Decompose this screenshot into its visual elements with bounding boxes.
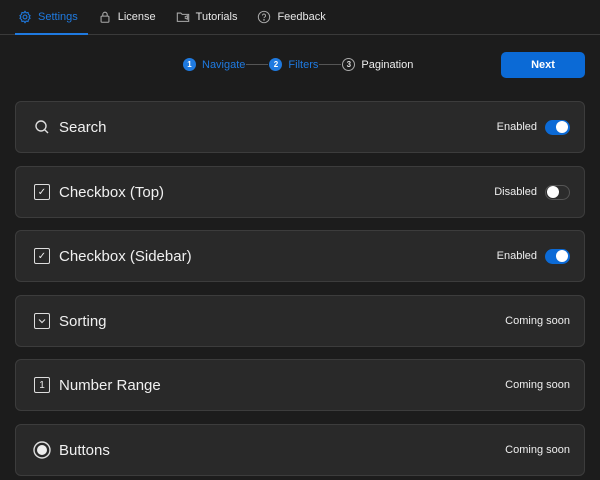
status-label: Enabled <box>496 121 537 133</box>
step-number: 1 <box>183 58 196 71</box>
gear-icon <box>19 10 31 24</box>
step-filters[interactable]: 2 Filters <box>269 58 318 71</box>
tab-bar: Settings License Tutorials Feedback <box>0 0 600 35</box>
feature-card-number-range: 1 Number Range Coming soon <box>15 359 585 411</box>
checkbox-icon: ✓ <box>33 247 51 265</box>
tab-settings[interactable]: Settings <box>15 0 88 35</box>
dropdown-icon <box>33 312 51 330</box>
checkbox-icon: ✓ <box>33 183 51 201</box>
search-icon <box>33 118 51 136</box>
card-title: Sorting <box>59 312 107 330</box>
card-title: Buttons <box>59 441 110 459</box>
feature-card-sorting: Sorting Coming soon <box>15 295 585 347</box>
checkbox-sidebar-toggle[interactable] <box>545 248 570 264</box>
tab-label: License <box>117 11 156 23</box>
number-icon: 1 <box>33 376 51 394</box>
step-label: Navigate <box>202 58 246 71</box>
tab-tutorials[interactable]: Tutorials <box>173 0 248 34</box>
step-number: 2 <box>269 58 283 71</box>
help-circle-icon <box>258 10 271 24</box>
card-title: Number Range <box>59 376 161 394</box>
feature-card-checkbox-sidebar: ✓ Checkbox (Sidebar) Enabled <box>15 230 585 282</box>
radio-button-icon <box>33 441 51 459</box>
feature-card-search: Search Enabled <box>15 101 585 153</box>
next-button[interactable]: Next <box>501 52 585 78</box>
step-pagination[interactable]: 3 Pagination <box>342 58 413 71</box>
step-navigate[interactable]: 1 Navigate <box>183 58 245 71</box>
feature-card-checkbox-top: ✓ Checkbox (Top) Disabled <box>15 166 585 218</box>
lock-icon <box>100 11 110 23</box>
tab-label: Settings <box>38 11 78 23</box>
card-title: Checkbox (Sidebar) <box>59 247 192 265</box>
tab-label: Tutorials <box>195 11 238 23</box>
step-connector <box>319 64 342 65</box>
step-label: Filters <box>288 58 319 71</box>
folder-video-icon <box>176 12 189 22</box>
status-label: Coming soon <box>505 315 570 327</box>
card-title: Checkbox (Top) <box>59 183 165 201</box>
step-label: Pagination <box>361 58 414 71</box>
status-label: Coming soon <box>505 379 570 391</box>
status-label: Coming soon <box>505 444 570 456</box>
feature-card-buttons: Buttons Coming soon <box>15 424 585 476</box>
status-label: Disabled <box>494 186 537 198</box>
checkbox-top-toggle[interactable] <box>545 184 570 200</box>
number-glyph: 1 <box>34 377 50 393</box>
search-toggle[interactable] <box>545 119 570 135</box>
step-connector <box>246 64 269 65</box>
stepper: 1 Navigate 2 Filters 3 Pagination <box>183 58 413 71</box>
tab-feedback[interactable]: Feedback <box>254 0 335 34</box>
tab-label: Feedback <box>277 11 326 23</box>
tab-license[interactable]: License <box>95 0 166 34</box>
step-number: 3 <box>342 58 356 71</box>
status-label: Enabled <box>496 250 537 262</box>
card-title: Search <box>59 118 107 136</box>
